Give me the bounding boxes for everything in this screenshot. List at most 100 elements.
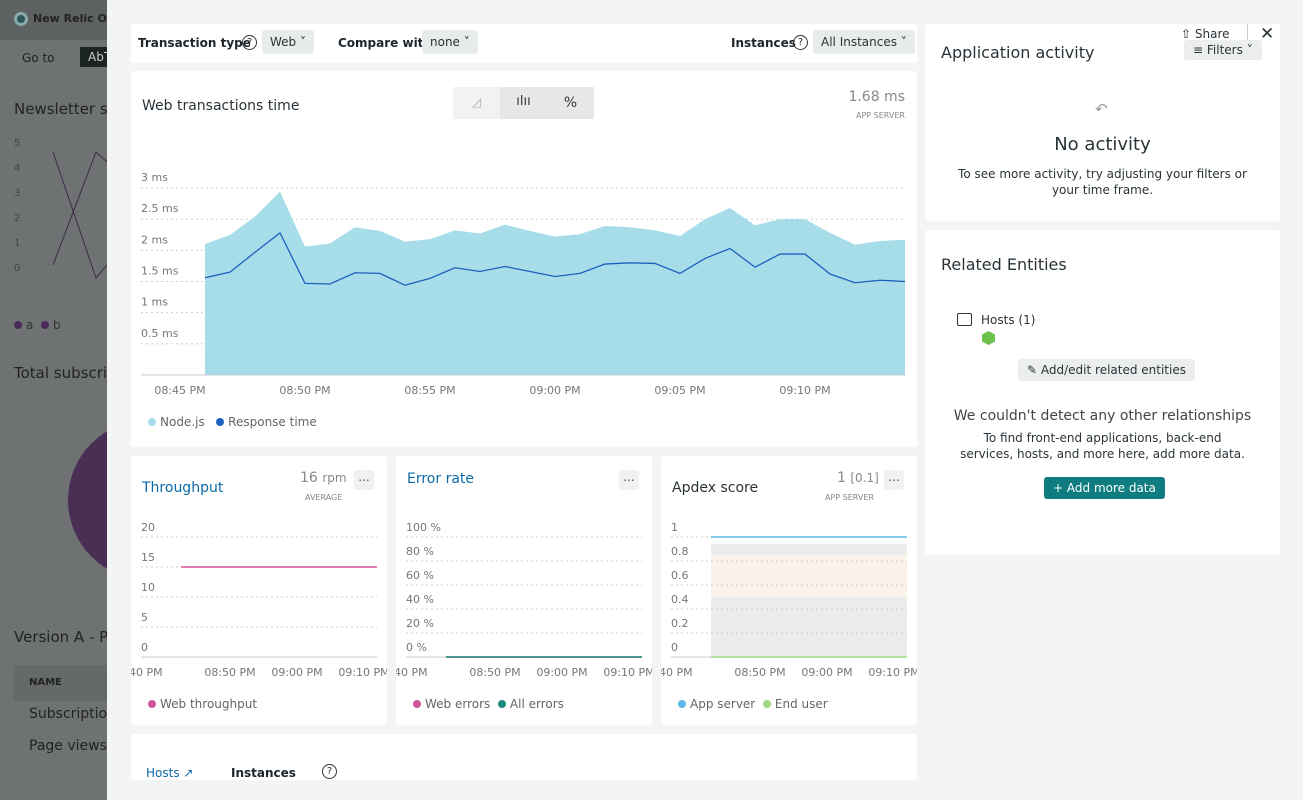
background-line-chart <box>52 151 107 279</box>
x-tick-label: 08:50 PM <box>279 384 330 397</box>
legend-item-end-user[interactable]: End user <box>762 697 828 711</box>
compare-with-select[interactable]: none ˅ <box>422 30 478 54</box>
apm-summary-panel: Transaction type ? Web ˅ Compare with no… <box>107 0 1303 800</box>
x-tick-label: 09:00 PM <box>529 384 580 397</box>
new-relic-logo-icon <box>14 12 28 26</box>
error-rate-card: Error rate ... 100 % 80 % 60 % 40 % 20 % 0 % 4… <box>396 456 652 725</box>
y-tick-label: 10 <box>141 581 155 594</box>
x-tick-label: 09:00 PM <box>536 666 587 679</box>
legend-a: a b <box>14 318 61 332</box>
related-title: Related Entities <box>941 255 1067 274</box>
hosts-tab[interactable]: Hosts ↗ <box>146 766 193 780</box>
y-tick-label: 60 % <box>406 569 434 582</box>
legend-item-response-time[interactable]: Response time <box>216 415 317 429</box>
y-tick-label: 20 <box>141 521 155 534</box>
filter-toolbar: Transaction type ? Web ˅ Compare with no… <box>131 24 917 63</box>
x-tick-label: 09:10 PM <box>603 666 652 679</box>
x-tick-label: 08:50 PM <box>734 666 785 679</box>
y-tick-label: 15 <box>141 551 155 564</box>
y-tick-label: 0 % <box>406 641 427 654</box>
instances-tab[interactable]: Instances <box>231 766 296 780</box>
x-tick-label: 08:50 PM <box>204 666 255 679</box>
share-icon: ⇧ <box>1181 27 1192 41</box>
x-tick-label: 09:10 PM <box>338 666 387 679</box>
y-tick-label: 0.8 <box>671 545 689 558</box>
x-tick-label: 09:00 PM <box>271 666 322 679</box>
host-health-icon[interactable] <box>982 331 995 345</box>
y-tick-label: 5 <box>141 611 148 624</box>
x-tick-label: 40 PM <box>396 666 428 679</box>
x-tick-label: 08:45 PM <box>154 384 205 397</box>
no-relationships-title: We couldn't detect any other relationshi… <box>953 408 1252 424</box>
newsletter-title: Newsletter su <box>14 100 107 118</box>
logo-text: New Relic ONE <box>33 12 107 25</box>
y-tick-label: 20 % <box>406 617 434 630</box>
hosts-link[interactable]: Hosts (1) <box>981 313 1035 327</box>
transaction-type-select[interactable]: Web ˅ <box>262 30 314 54</box>
legend-item-all-errors[interactable]: All errors <box>497 697 564 711</box>
web-transactions-card: Web transactions time ◿ ılıı % 1.68 ms A… <box>131 71 917 447</box>
legend-item-web-errors[interactable]: Web errors <box>413 697 490 711</box>
legend-item-app-server[interactable]: App server <box>678 697 755 711</box>
add-edit-related-button[interactable]: ✎ Add/edit related entities <box>1018 359 1195 381</box>
external-link-icon: ↗ <box>183 766 194 780</box>
related-entities-card: Related Entities Hosts (1) ✎ Add/edit re… <box>925 230 1280 555</box>
help-icon[interactable]: ? <box>242 35 257 50</box>
filters-button[interactable]: ≡ Filters ˅ <box>1184 40 1262 60</box>
share-button[interactable]: ⇧ Share <box>1181 27 1230 41</box>
legend: Node.js Response time <box>148 415 317 429</box>
apdex-card: Apdex score 1 [0.1] APP SERVER ... 1 0.8 0… <box>661 456 917 725</box>
y-tick-label: 1.5 ms <box>141 265 179 278</box>
y-tick-label: 1 <box>671 521 678 534</box>
web-transactions-chart: 3 ms 2.5 ms 2 ms 1.5 ms 1 ms 0.5 ms 08:45 PM 08… <box>141 171 906 397</box>
table-row: Subscription <box>29 706 107 722</box>
x-tick-label: 09:10 PM <box>779 384 830 397</box>
hosts-instances-card: Hosts ↗ Instances ? <box>131 734 917 780</box>
y-tick-label: 0.2 <box>671 617 689 630</box>
y-tick-label: 0.6 <box>671 569 689 582</box>
no-relationships-text: To find front-end applications, back-end… <box>960 431 1245 461</box>
throughput-chart: 20 15 10 5 0 40 PM 08:50 PM 09:00 PM 09:10 PM <box>131 521 387 679</box>
total-subscriptions-title: Total subscri <box>14 364 107 382</box>
instances-select[interactable]: All Instances ˅ <box>813 30 915 54</box>
empty-title: No activity <box>1054 134 1151 155</box>
y-tick-label: 100 % <box>406 521 441 534</box>
y-tick-label: 80 % <box>406 545 434 558</box>
throughput-card: Throughput 16 rpm AVERAGE ... 20 15 10 5 0 40… <box>131 456 387 725</box>
background-page: New Relic ONE Go to AbT Newsletter su 5 … <box>0 0 107 800</box>
apdex-chart: 1 0.8 0.6 0.4 0.2 0 40 PM 08:50 PM 09:00 PM 09:10… <box>661 521 917 679</box>
hosts-icon <box>957 313 972 326</box>
y-tick-label: 2 ms <box>141 233 168 246</box>
filter-icon: ≡ <box>1193 43 1204 57</box>
pencil-icon: ✎ <box>1027 363 1038 377</box>
activity-title: Application activity <box>941 43 1095 62</box>
help-icon[interactable]: ? <box>793 35 808 50</box>
add-more-data-button[interactable]: + Add more data <box>1044 477 1165 499</box>
abtest-tab: AbT <box>80 47 107 67</box>
x-tick-label: 09:00 PM <box>801 666 852 679</box>
x-tick-label: 08:55 PM <box>404 384 455 397</box>
y-tick-label: 0 <box>671 641 678 654</box>
x-tick-label: 08:50 PM <box>469 666 520 679</box>
y-tick-label: 40 % <box>406 593 434 606</box>
background-pie <box>68 420 107 580</box>
x-tick-label: 40 PM <box>661 666 693 679</box>
x-tick-label: 09:05 PM <box>654 384 705 397</box>
instances-label: Instances <box>731 36 796 50</box>
legend-item-nodejs[interactable]: Node.js <box>148 415 205 429</box>
legend-item-web-throughput[interactable]: Web throughput <box>148 697 257 711</box>
goto-menu: Go to <box>22 51 55 65</box>
y-tick-label: 0 <box>141 641 148 654</box>
error-rate-chart: 100 % 80 % 60 % 40 % 20 % 0 % 40 PM 08:50 PM 09:… <box>396 521 652 679</box>
table-row: Page views <box>29 738 107 754</box>
help-icon[interactable]: ? <box>322 764 337 779</box>
legend: Web errors All errors <box>413 697 564 711</box>
empty-text: To see more activity, try adjusting your… <box>958 167 1247 197</box>
close-icon[interactable]: ✕ <box>1260 24 1274 44</box>
y-tick-label: 3 ms <box>141 171 168 184</box>
version-title: Version A - P <box>14 628 107 646</box>
plus-icon: + <box>1053 481 1064 495</box>
compare-with-label: Compare with <box>338 36 432 50</box>
undo-icon: ↶ <box>1095 100 1108 118</box>
transaction-type-label: Transaction type <box>138 36 251 50</box>
